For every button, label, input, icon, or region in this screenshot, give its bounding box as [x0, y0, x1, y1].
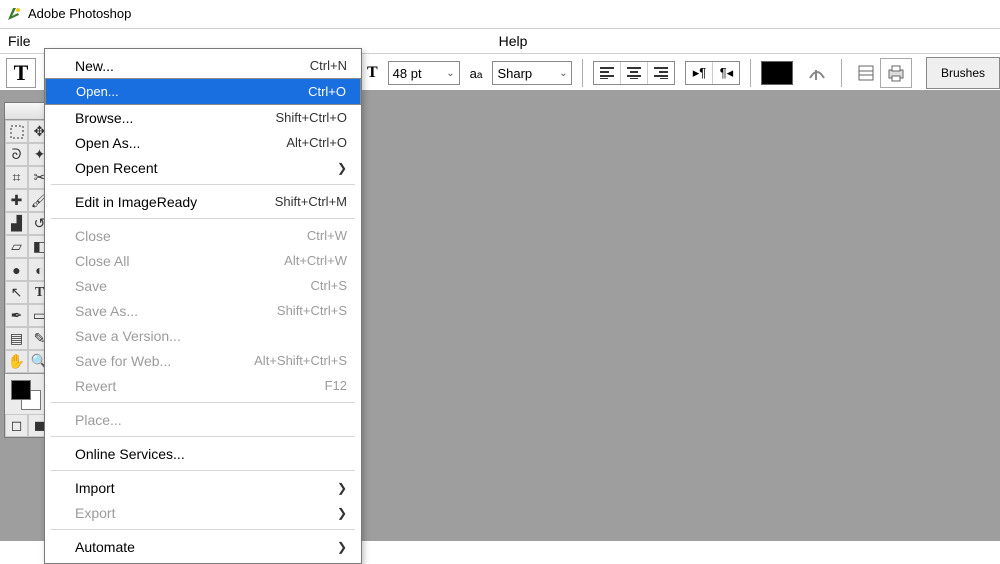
text-color-swatch[interactable] — [761, 61, 793, 85]
print-icon[interactable] — [880, 58, 912, 88]
align-right-button[interactable] — [648, 62, 674, 84]
menu-item-label: Close — [75, 228, 307, 244]
align-left-button[interactable] — [594, 62, 621, 84]
submenu-arrow-icon: ❯ — [337, 506, 347, 520]
menu-item-import[interactable]: Import❯ — [45, 475, 361, 500]
tool-path[interactable]: ↖ — [5, 281, 28, 304]
menu-item-save-as: Save As...Shift+Ctrl+S — [45, 298, 361, 323]
menu-item-shortcut: Shift+Ctrl+M — [275, 194, 347, 209]
menu-file[interactable]: File — [4, 31, 35, 51]
menu-item-label: Open... — [76, 84, 308, 99]
menu-item-shortcut: Alt+Ctrl+W — [284, 253, 347, 268]
menu-item-open-recent[interactable]: Open Recent❯ — [45, 155, 361, 180]
menu-item-label: Online Services... — [75, 446, 347, 462]
menu-item-label: Save As... — [75, 303, 277, 319]
submenu-arrow-icon: ❯ — [337, 161, 347, 175]
menu-help[interactable]: Help — [495, 31, 532, 51]
menu-item-shortcut: Ctrl+S — [311, 278, 347, 293]
file-menu-dropdown: New...Ctrl+NOpen...Ctrl+OBrowse...Shift+… — [44, 48, 362, 564]
menu-item-label: Close All — [75, 253, 284, 269]
font-size-value: 48 pt — [393, 66, 422, 81]
font-size-select[interactable]: 48 pt⌄ — [388, 61, 460, 85]
menu-item-shortcut: F12 — [325, 378, 347, 393]
tool-preset-icon[interactable]: T — [6, 58, 36, 88]
rtl-button[interactable]: ¶◂ — [713, 62, 739, 84]
menu-item-save: SaveCtrl+S — [45, 273, 361, 298]
align-center-button[interactable] — [621, 62, 648, 84]
window-title: Adobe Photoshop — [28, 0, 131, 28]
tool-notes[interactable]: ▤ — [5, 327, 28, 350]
menu-item-shortcut: Alt+Shift+Ctrl+S — [254, 353, 347, 368]
brushes-tab-label: Brushes — [941, 66, 985, 80]
menu-item-browse[interactable]: Browse...Shift+Ctrl+O — [45, 105, 361, 130]
tool-lasso[interactable]: ᘐ — [5, 143, 28, 166]
menu-item-label: Place... — [75, 412, 347, 428]
menu-item-shortcut: Ctrl+O — [308, 84, 346, 99]
menu-item-new[interactable]: New...Ctrl+N — [45, 53, 361, 78]
tool-crop[interactable]: ⌗ — [5, 166, 28, 189]
separator — [750, 59, 751, 87]
submenu-arrow-icon: ❯ — [337, 540, 347, 554]
ltr-button[interactable]: ▸¶ — [686, 62, 713, 84]
menu-item-shortcut: Shift+Ctrl+S — [277, 303, 347, 318]
text-size-icon: T — [367, 64, 378, 82]
menu-item-label: Revert — [75, 378, 325, 394]
menu-item-label: Browse... — [75, 110, 275, 126]
brushes-tab[interactable]: Brushes — [926, 57, 1000, 89]
menu-item-edit-in-imageready[interactable]: Edit in ImageReadyShift+Ctrl+M — [45, 189, 361, 214]
menu-item-label: Import — [75, 480, 337, 496]
menu-item-revert: RevertF12 — [45, 373, 361, 398]
menu-item-close-all: Close AllAlt+Ctrl+W — [45, 248, 361, 273]
menu-item-automate[interactable]: Automate❯ — [45, 534, 361, 559]
menu-item-shortcut: Ctrl+N — [310, 58, 347, 73]
text-direction-group: ▸¶ ¶◂ — [685, 61, 740, 85]
app-logo-icon — [6, 6, 22, 22]
warp-text-button[interactable] — [803, 59, 831, 87]
tool-eraser[interactable]: ▱ — [5, 235, 28, 258]
antialias-icon: aa — [470, 66, 483, 81]
menu-item-save-for-web: Save for Web...Alt+Shift+Ctrl+S — [45, 348, 361, 373]
antialias-select[interactable]: Sharp⌄ — [492, 61, 572, 85]
menu-item-save-a-version: Save a Version... — [45, 323, 361, 348]
tool-pen[interactable]: ✒ — [5, 304, 28, 327]
antialias-value: Sharp — [497, 66, 532, 81]
tool-quickmask[interactable]: ◻ — [5, 414, 28, 437]
menu-item-label: Open Recent — [75, 160, 337, 176]
menu-item-shortcut: Ctrl+W — [307, 228, 347, 243]
menu-item-shortcut: Alt+Ctrl+O — [286, 135, 347, 150]
separator — [841, 59, 842, 87]
menu-item-label: Save a Version... — [75, 328, 347, 344]
menu-item-close: CloseCtrl+W — [45, 223, 361, 248]
text-align-group — [593, 61, 675, 85]
palettes-button[interactable] — [852, 59, 880, 87]
menu-item-label: Save for Web... — [75, 353, 254, 369]
tool-blur[interactable]: ● — [5, 258, 28, 281]
menu-item-label: Save — [75, 278, 311, 294]
foreground-swatch[interactable] — [11, 380, 31, 400]
tool-stamp[interactable]: ▟ — [5, 212, 28, 235]
menu-item-place: Place... — [45, 407, 361, 432]
menu-item-label: Open As... — [75, 135, 286, 151]
titlebar: Adobe Photoshop — [0, 0, 1000, 29]
menu-item-online-services[interactable]: Online Services... — [45, 441, 361, 466]
menu-item-export: Export❯ — [45, 500, 361, 525]
menu-item-label: Export — [75, 505, 337, 521]
menu-item-label: New... — [75, 58, 310, 74]
menu-item-open[interactable]: Open...Ctrl+O — [45, 78, 361, 105]
separator — [582, 59, 583, 87]
submenu-arrow-icon: ❯ — [337, 481, 347, 495]
menu-item-label: Edit in ImageReady — [75, 194, 275, 210]
menu-item-shortcut: Shift+Ctrl+O — [275, 110, 347, 125]
menu-item-open-as[interactable]: Open As...Alt+Ctrl+O — [45, 130, 361, 155]
tool-hand[interactable]: ✋ — [5, 350, 28, 373]
tool-marquee[interactable] — [5, 120, 28, 143]
tool-heal[interactable]: ✚ — [5, 189, 28, 212]
